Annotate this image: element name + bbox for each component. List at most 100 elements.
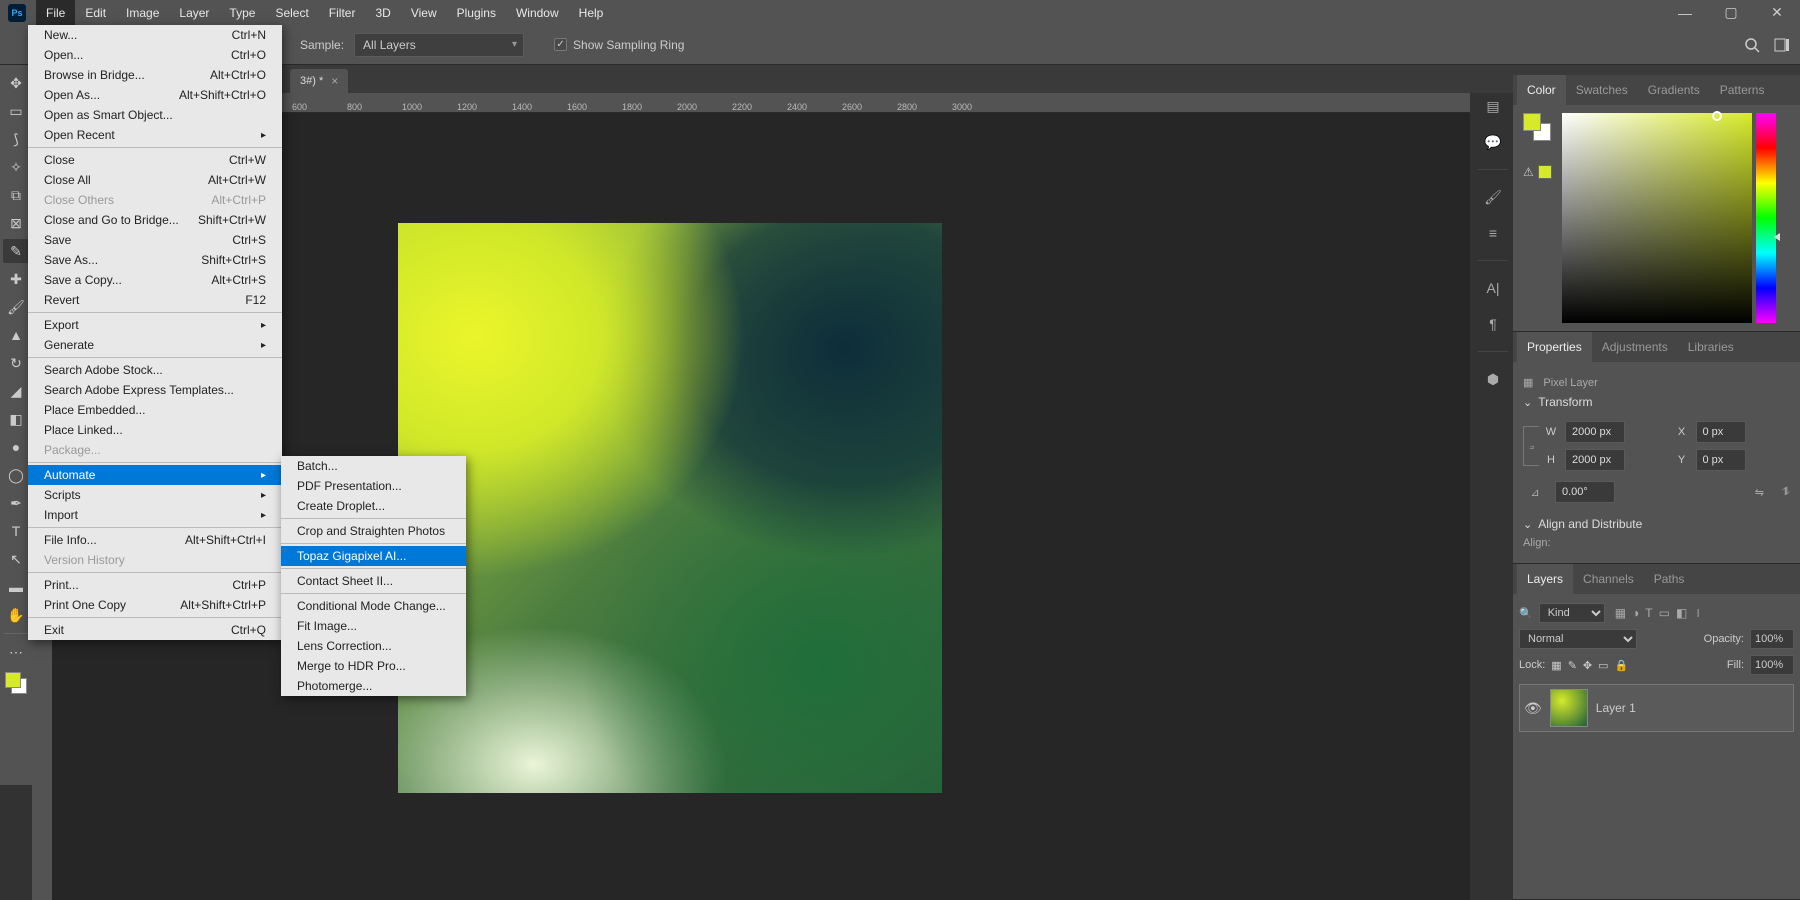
menu-type[interactable]: Type: [219, 0, 265, 26]
move-tool[interactable]: ✥: [3, 71, 29, 95]
menu-layer[interactable]: Layer: [169, 0, 219, 26]
menu-item[interactable]: Open...Ctrl+O: [28, 45, 282, 65]
lock-pixels-icon[interactable]: ▦: [1551, 659, 1561, 672]
menu-help[interactable]: Help: [569, 0, 614, 26]
x-input[interactable]: 0 px: [1696, 421, 1746, 443]
visibility-icon[interactable]: 👁: [1524, 700, 1542, 717]
transform-section[interactable]: Transform: [1523, 395, 1790, 409]
align-section[interactable]: Align and Distribute: [1523, 517, 1790, 531]
menu-item[interactable]: Search Adobe Express Templates...: [28, 380, 282, 400]
lasso-tool[interactable]: ⟆: [3, 127, 29, 151]
lock-position-icon[interactable]: ✎: [1568, 659, 1577, 672]
lock-nest-icon[interactable]: ▭: [1598, 659, 1608, 672]
menu-item[interactable]: PDF Presentation...: [281, 476, 466, 496]
layer-row[interactable]: 👁 Layer 1: [1519, 684, 1794, 732]
tab-properties[interactable]: Properties: [1517, 332, 1592, 362]
menu-item[interactable]: Open as Smart Object...: [28, 105, 282, 125]
menu-item[interactable]: Automate▸: [28, 465, 282, 485]
fill-input[interactable]: 100%: [1750, 655, 1794, 675]
menu-file[interactable]: File: [36, 0, 75, 26]
brush-tool[interactable]: 🖌: [3, 295, 29, 319]
flip-v-icon[interactable]: ⥮: [1782, 486, 1790, 499]
link-wh-icon[interactable]: ⟓: [1523, 426, 1539, 466]
paragraph-icon[interactable]: ¶: [1480, 311, 1506, 337]
adjust-filter-icon[interactable]: ◑: [1632, 606, 1639, 621]
menu-item[interactable]: Fit Image...: [281, 616, 466, 636]
marquee-tool[interactable]: ▭: [3, 99, 29, 123]
sample-select[interactable]: All Layers: [354, 33, 524, 57]
search-icon[interactable]: [1744, 37, 1760, 53]
menu-item[interactable]: Lens Correction...: [281, 636, 466, 656]
menu-item[interactable]: Contact Sheet II...: [281, 571, 466, 591]
menu-item[interactable]: Place Linked...: [28, 420, 282, 440]
wand-tool[interactable]: ✧: [3, 155, 29, 179]
menu-item[interactable]: Export▸: [28, 315, 282, 335]
history-brush-tool[interactable]: ↻: [3, 351, 29, 375]
gamut-warning[interactable]: ⚠: [1523, 165, 1552, 179]
menu-item[interactable]: Import▸: [28, 505, 282, 525]
menu-item[interactable]: Create Droplet...: [281, 496, 466, 516]
menu-item[interactable]: Scripts▸: [28, 485, 282, 505]
tab-swatches[interactable]: Swatches: [1566, 75, 1638, 105]
menu-item[interactable]: Batch...: [281, 456, 466, 476]
menu-item[interactable]: Save a Copy...Alt+Ctrl+S: [28, 270, 282, 290]
comments-icon[interactable]: 💬: [1480, 129, 1506, 155]
menu-item[interactable]: Open Recent▸: [28, 125, 282, 145]
healing-tool[interactable]: ✚: [3, 267, 29, 291]
angle-input[interactable]: 0.00°: [1555, 481, 1615, 503]
lock-all-icon[interactable]: 🔒: [1615, 659, 1629, 672]
toggle-filter-icon[interactable]: ⏽: [1693, 606, 1703, 621]
tab-patterns[interactable]: Patterns: [1710, 75, 1775, 105]
menu-item[interactable]: Place Embedded...: [28, 400, 282, 420]
menu-item[interactable]: Conditional Mode Change...: [281, 596, 466, 616]
tab-paths[interactable]: Paths: [1644, 564, 1695, 594]
filter-icon[interactable]: 🔍: [1519, 607, 1533, 620]
frame-tool[interactable]: ⊠: [3, 211, 29, 235]
crop-tool[interactable]: ⧉: [3, 183, 29, 207]
flip-h-icon[interactable]: ⇋: [1755, 486, 1764, 499]
menu-item[interactable]: Save As...Shift+Ctrl+S: [28, 250, 282, 270]
menu-item[interactable]: Topaz Gigapixel AI...: [281, 546, 466, 566]
tab-gradients[interactable]: Gradients: [1638, 75, 1710, 105]
tab-channels[interactable]: Channels: [1573, 564, 1644, 594]
shape-filter-icon[interactable]: ▭: [1659, 606, 1670, 621]
hand-tool[interactable]: ✋: [3, 603, 29, 627]
menu-view[interactable]: View: [401, 0, 447, 26]
menu-image[interactable]: Image: [116, 0, 169, 26]
hue-slider[interactable]: [1756, 113, 1776, 323]
menu-item[interactable]: Crop and Straighten Photos: [281, 521, 466, 541]
close-tab-icon[interactable]: ×: [331, 74, 338, 88]
character-icon[interactable]: A|: [1480, 275, 1506, 301]
height-input[interactable]: 2000 px: [1565, 449, 1625, 471]
menu-plugins[interactable]: Plugins: [447, 0, 506, 26]
menu-item[interactable]: Search Adobe Stock...: [28, 360, 282, 380]
type-filter-icon[interactable]: T: [1645, 606, 1652, 621]
tab-layers[interactable]: Layers: [1517, 564, 1573, 594]
more-tools[interactable]: ⋯: [3, 640, 29, 664]
layer-name[interactable]: Layer 1: [1596, 701, 1636, 715]
blend-mode-select[interactable]: Normal: [1519, 629, 1637, 649]
artboard[interactable]: [398, 223, 942, 793]
menu-item[interactable]: Photomerge...: [281, 676, 466, 696]
color-field[interactable]: [1562, 113, 1752, 323]
dodge-tool[interactable]: ◯: [3, 463, 29, 487]
brush-settings-icon[interactable]: 🖌: [1480, 184, 1506, 210]
color-swatch[interactable]: [5, 672, 27, 694]
y-input[interactable]: 0 px: [1696, 449, 1746, 471]
menu-item[interactable]: SaveCtrl+S: [28, 230, 282, 250]
menu-item[interactable]: Close and Go to Bridge...Shift+Ctrl+W: [28, 210, 282, 230]
learn-icon[interactable]: ▤: [1480, 93, 1506, 119]
menu-item[interactable]: Generate▸: [28, 335, 282, 355]
minimize-button[interactable]: —: [1662, 0, 1708, 25]
menu-item[interactable]: Print One CopyAlt+Shift+Ctrl+P: [28, 595, 282, 615]
opacity-input[interactable]: 100%: [1750, 629, 1794, 649]
menu-item[interactable]: RevertF12: [28, 290, 282, 310]
menu-item[interactable]: Open As...Alt+Shift+Ctrl+O: [28, 85, 282, 105]
eyedropper-tool[interactable]: ✎: [3, 239, 29, 263]
close-button[interactable]: ✕: [1754, 0, 1800, 25]
tab-adjustments[interactable]: Adjustments: [1592, 332, 1678, 362]
gradient-tool[interactable]: ◧: [3, 407, 29, 431]
blur-tool[interactable]: ●: [3, 435, 29, 459]
menu-edit[interactable]: Edit: [75, 0, 116, 26]
adjustments-icon[interactable]: ≡: [1480, 220, 1506, 246]
